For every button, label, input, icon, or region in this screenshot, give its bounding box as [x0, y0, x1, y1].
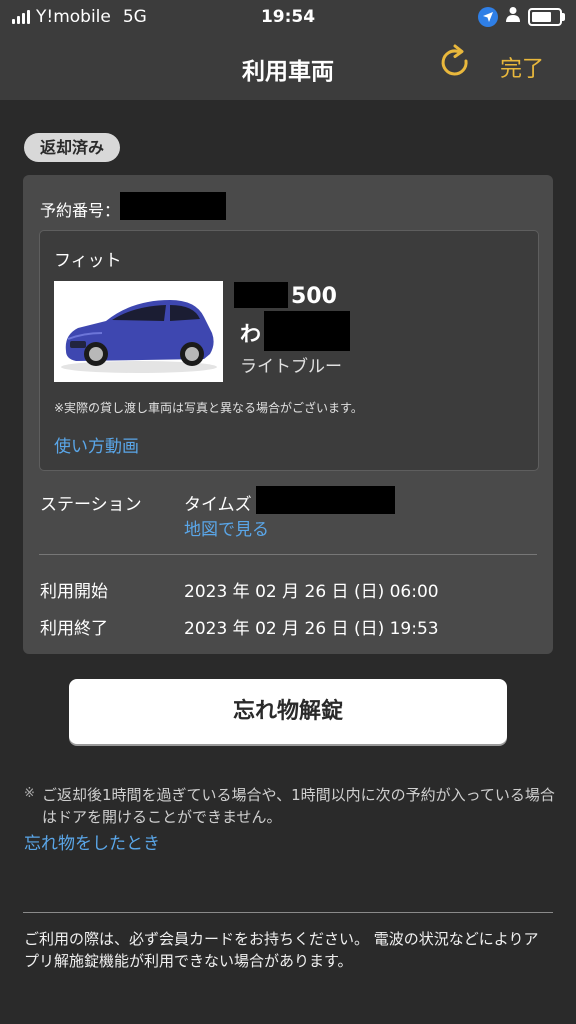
notice-text: ご返却後1時間を過ぎている場合や、1時間以内に次の予約が入っている場合はドアを開… [42, 786, 555, 826]
forgotten-item-unlock-button[interactable]: 忘れ物解錠 [69, 679, 507, 744]
battery-icon [528, 7, 565, 26]
notice-mark: ※ [24, 786, 35, 801]
redacted-plate-area [234, 282, 288, 308]
station-label: ステーション [40, 495, 142, 515]
station-name: タイムズ [184, 495, 252, 515]
done-button[interactable]: 完了 [500, 51, 544, 83]
page-title: 利用車両 [242, 59, 334, 85]
nav-bar: 利用車両 [0, 34, 576, 100]
status-bar: Y!mobile 5G 19:54 [0, 0, 576, 34]
start-time-label: 利用開始 [40, 582, 108, 602]
redacted-station-name [256, 486, 395, 514]
car-model: フィット [54, 251, 122, 271]
redacted-reservation-number [120, 192, 226, 220]
end-time-value: 2023 年 02 月 26 日 (日) 19:53 [184, 619, 439, 639]
plate-kana: わ [240, 322, 261, 346]
car-color: ライトブルー [240, 357, 342, 377]
person-icon [506, 6, 520, 27]
divider [39, 554, 537, 555]
status-right [478, 6, 565, 27]
redacted-plate-digits [264, 311, 350, 351]
reservation-number-label: 予約番号： [40, 201, 121, 220]
howto-video-link[interactable]: 使い方動画 [54, 432, 139, 457]
location-arrow-icon [478, 6, 498, 27]
photo-disclaimer: ※実際の貸し渡し車両は写真と異なる場合がございます。 [54, 401, 363, 415]
plate-number: 500 [291, 284, 337, 309]
footer-text: ご利用の際は、必ず会員カードをお持ちください。 電波の状況などによりアプリ解施錠… [24, 930, 539, 970]
forgot-item-link[interactable]: 忘れ物をしたとき [24, 829, 160, 854]
refresh-icon[interactable] [436, 44, 474, 82]
end-time-label: 利用終了 [40, 619, 108, 639]
map-link[interactable]: 地図で見る [184, 515, 269, 540]
car-photo [54, 281, 223, 382]
status-badge: 返却済み [24, 133, 121, 162]
start-time-value: 2023 年 02 月 26 日 (日) 06:00 [184, 582, 439, 602]
footer-divider [23, 912, 553, 913]
